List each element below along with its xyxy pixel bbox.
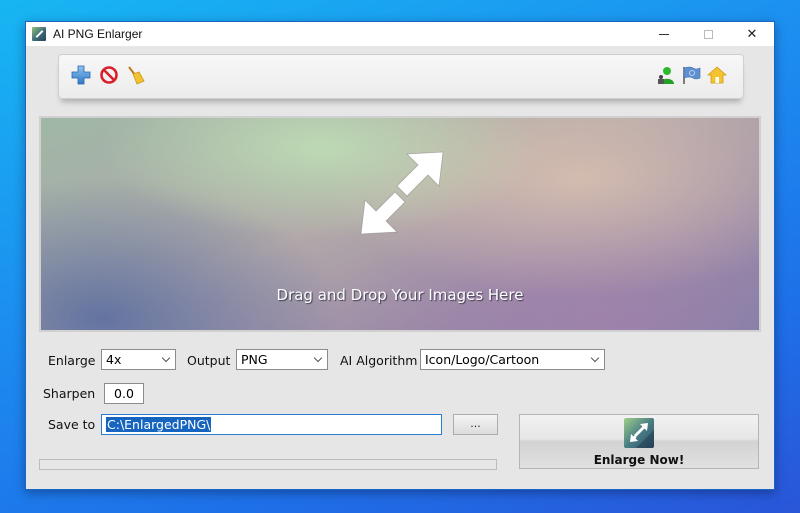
algorithm-value: Icon/Logo/Cartoon [425,352,540,367]
enlarge-now-label: Enlarge Now! [593,453,685,467]
chevron-down-icon [590,353,600,363]
window-title: AI PNG Enlarger [53,27,143,41]
drop-instructions: Drag and Drop Your Images Here [276,286,524,304]
close-icon: ✕ [746,26,758,42]
image-drop-zone[interactable]: Drag and Drop Your Images Here [39,116,761,332]
resize-arrow-icon [357,148,447,238]
home-icon[interactable] [706,65,728,85]
toolbar [58,54,744,99]
save-path-value: C:\EnlargedPNG\ [106,417,212,432]
minimize-icon [659,33,669,35]
maximize-icon [703,29,713,39]
maximize-button[interactable] [686,22,730,46]
remove-icon[interactable] [99,65,119,85]
save-to-label: Save to [48,417,96,432]
sharpen-value: 0.0 [114,386,134,401]
title-bar: AI PNG Enlarger ✕ [26,22,774,46]
output-select[interactable]: PNG [236,349,328,370]
enlarge-icon [624,418,654,448]
user-icon[interactable] [656,65,676,85]
close-button[interactable]: ✕ [730,22,774,46]
enlarge-value: 4x [106,352,122,367]
progress-bar [39,459,497,470]
sharpen-input[interactable]: 0.0 [104,383,144,404]
algorithm-select[interactable]: Icon/Logo/Cartoon [420,349,605,370]
enlarge-now-button[interactable]: Enlarge Now! [519,414,759,469]
chevron-down-icon [161,353,171,363]
flag-icon[interactable] [681,65,701,85]
sharpen-label: Sharpen [43,386,96,401]
minimize-button[interactable] [642,22,686,46]
output-label: Output [187,353,231,368]
clear-icon[interactable] [125,65,145,85]
app-window: AI PNG Enlarger ✕ Drag and Drop Your Ima… [25,21,775,490]
window-controls: ✕ [642,22,774,46]
algorithm-label: AI Algorithm [340,353,418,368]
output-value: PNG [241,352,268,367]
enlarge-label: Enlarge [48,353,96,368]
add-icon[interactable] [71,65,91,85]
enlarge-select[interactable]: 4x [101,349,176,370]
chevron-down-icon [313,353,323,363]
app-logo-icon [32,27,46,41]
save-path-input[interactable]: C:\EnlargedPNG\ [101,414,442,435]
browse-button[interactable]: ... [453,414,498,435]
